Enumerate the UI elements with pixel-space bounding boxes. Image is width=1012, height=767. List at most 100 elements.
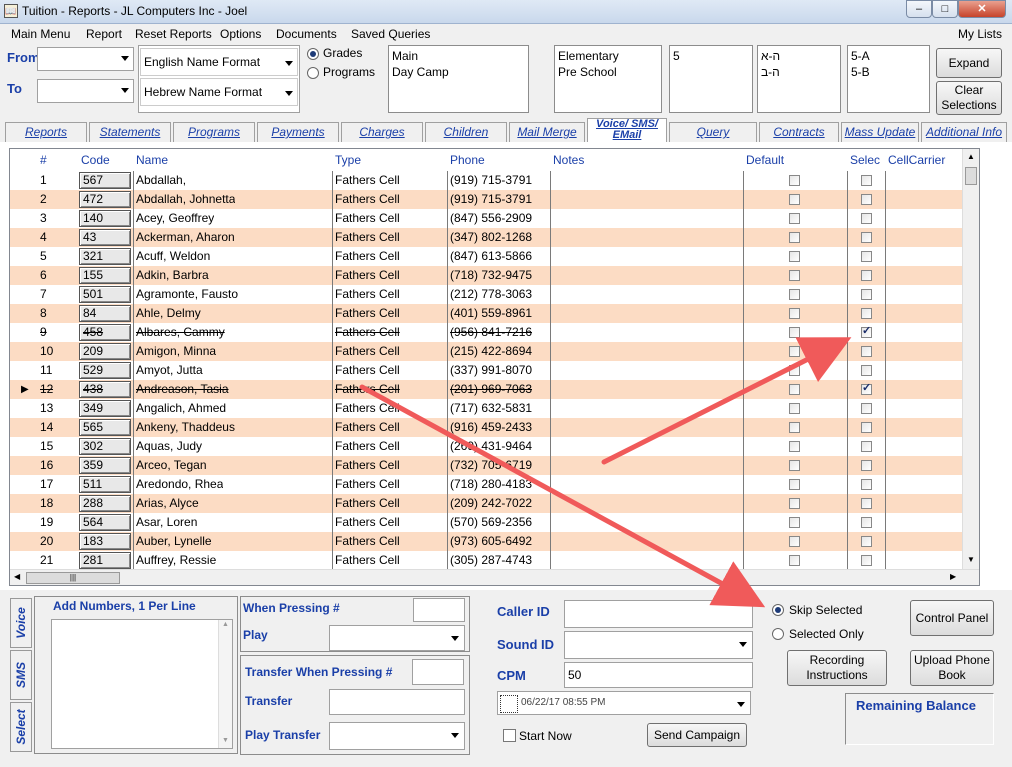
scroll-up-icon[interactable]: ▲ — [222, 621, 229, 628]
table-row[interactable]: 6 Adkin, Barbra Fathers Cell (718) 732-9475… — [10, 266, 962, 285]
select-checkbox[interactable] — [861, 289, 872, 300]
cell-code-button[interactable]: 281 — [79, 552, 131, 569]
default-checkbox[interactable] — [789, 289, 800, 300]
default-checkbox[interactable] — [789, 365, 800, 376]
cpm-input[interactable]: 50 — [564, 662, 753, 688]
chevron-down-icon[interactable] — [737, 702, 745, 707]
table-row[interactable]: 7 Agramonte, Fausto Fathers Cell (212) 778-… — [10, 285, 962, 304]
cell-code-button[interactable]: 84 — [79, 305, 131, 322]
default-checkbox[interactable] — [789, 346, 800, 357]
expand-button[interactable]: Expand — [936, 48, 1002, 78]
default-checkbox[interactable] — [789, 232, 800, 243]
table-row[interactable]: 2 Abdallah, Johnetta Fathers Cell (919) 715… — [10, 190, 962, 209]
tab-voice-sms-email[interactable]: Voice/ SMS/ EMail — [587, 118, 667, 142]
list-item[interactable]: ה-ב — [761, 64, 837, 80]
tab-query[interactable]: Query — [669, 122, 757, 142]
cell-code-button[interactable]: 501 — [79, 286, 131, 303]
table-row[interactable]: 17 Aredondo, Rhea Fathers Cell (718) 280-41… — [10, 475, 962, 494]
select-checkbox[interactable] — [861, 270, 872, 281]
cell-code-button[interactable]: 511 — [79, 476, 131, 493]
schedule-datetime-picker[interactable]: 06/22/17 08:55 PM — [497, 691, 751, 715]
select-checkbox[interactable] — [861, 517, 872, 528]
cell-code-button[interactable]: 155 — [79, 267, 131, 284]
menu-report[interactable]: Report — [86, 27, 122, 41]
default-checkbox[interactable] — [789, 403, 800, 414]
side-tab-sms[interactable]: SMS — [10, 650, 32, 700]
vertical-scrollbar[interactable]: ▲ ▼ — [962, 149, 979, 569]
sound-id-select[interactable] — [564, 631, 753, 659]
menu-documents[interactable]: Documents — [276, 27, 337, 41]
maximize-button[interactable]: □ — [932, 0, 958, 18]
cell-code-button[interactable]: 567 — [79, 172, 131, 189]
clear-selections-button[interactable]: Clear Selections — [936, 81, 1002, 115]
cell-code-button[interactable]: 529 — [79, 362, 131, 379]
skip-selected-radio[interactable] — [772, 604, 784, 616]
select-checkbox[interactable] — [861, 536, 872, 547]
cell-code-button[interactable]: 43 — [79, 229, 131, 246]
select-checkbox[interactable] — [861, 555, 872, 566]
select-checkbox[interactable] — [861, 403, 872, 414]
default-checkbox[interactable] — [789, 327, 800, 338]
cell-code-button[interactable]: 359 — [79, 457, 131, 474]
upload-phone-book-button[interactable]: Upload Phone Book — [910, 650, 994, 686]
table-row[interactable]: 8 Ahle, Delmy Fathers Cell (401) 559-8961 84 — [10, 304, 962, 323]
minimize-button[interactable]: – — [906, 0, 932, 18]
select-checkbox[interactable] — [861, 381, 872, 395]
table-row[interactable]: 11 Amyot, Jutta Fathers Cell (337) 991-8070… — [10, 361, 962, 380]
default-checkbox[interactable] — [789, 441, 800, 452]
header-cell-carrier[interactable]: CellCarrier — [888, 153, 945, 167]
header-num[interactable]: # — [40, 153, 47, 167]
select-checkbox[interactable] — [861, 194, 872, 205]
cell-code-button[interactable]: 472 — [79, 191, 131, 208]
table-row[interactable]: 10 Amigon, Minna Fathers Cell (215) 422-869… — [10, 342, 962, 361]
scroll-left-icon[interactable]: ◀ — [14, 572, 20, 581]
select-checkbox[interactable] — [861, 324, 872, 338]
tab-mass-update[interactable]: Mass Update — [841, 122, 919, 142]
tab-contracts[interactable]: Contracts — [759, 122, 839, 142]
default-checkbox[interactable] — [789, 498, 800, 509]
table-row[interactable]: 3 Acey, Geoffrey Fathers Cell (847) 556-290… — [10, 209, 962, 228]
cell-code-button[interactable]: 438 — [79, 381, 131, 398]
textarea-scrollbar[interactable]: ▲ ▼ — [218, 620, 232, 748]
table-row[interactable]: 9 Albares, Cammy Fathers Cell (956) 841-721… — [10, 323, 962, 342]
hebrew-class-list[interactable]: ה-א ה-ב — [757, 45, 841, 113]
header-phone[interactable]: Phone — [450, 153, 485, 167]
english-name-format-combo[interactable]: English Name Format — [140, 48, 298, 76]
select-checkbox[interactable] — [861, 365, 872, 376]
cell-code-button[interactable]: 458 — [79, 324, 131, 341]
table-row[interactable]: 5 Acuff, Weldon Fathers Cell (847) 613-5866… — [10, 247, 962, 266]
when-pressing-input[interactable] — [413, 598, 465, 622]
tab-children[interactable]: Children — [425, 122, 507, 142]
side-tab-select[interactable]: Select — [10, 702, 32, 752]
cell-code-button[interactable]: 349 — [79, 400, 131, 417]
select-checkbox[interactable] — [861, 460, 872, 471]
list-item[interactable]: 5-B — [851, 64, 926, 80]
tab-statements[interactable]: Statements — [89, 122, 171, 142]
table-row[interactable]: 18 Arias, Alyce Fathers Cell (209) 242-7022… — [10, 494, 962, 513]
menu-main-menu[interactable]: Main Menu — [11, 27, 70, 41]
list-item[interactable]: Day Camp — [392, 64, 525, 80]
list-item[interactable]: Main — [392, 48, 525, 64]
send-campaign-button[interactable]: Send Campaign — [647, 723, 747, 747]
class-list[interactable]: 5-A 5-B — [847, 45, 930, 113]
cell-code-button[interactable]: 302 — [79, 438, 131, 455]
cell-code-button[interactable]: 565 — [79, 419, 131, 436]
default-checkbox[interactable] — [789, 479, 800, 490]
header-notes[interactable]: Notes — [553, 153, 584, 167]
menu-options[interactable]: Options — [220, 27, 261, 41]
list-item[interactable]: Pre School — [558, 64, 658, 80]
table-row[interactable]: 1 Abdallah, Fathers Cell (919) 715-3791 567 — [10, 171, 962, 190]
default-checkbox[interactable] — [789, 555, 800, 566]
tab-payments[interactable]: Payments — [257, 122, 339, 142]
default-checkbox[interactable] — [789, 308, 800, 319]
datetime-checkbox[interactable] — [500, 695, 518, 713]
cell-code-button[interactable]: 183 — [79, 533, 131, 550]
list-item[interactable]: ה-א — [761, 48, 837, 64]
scroll-thumb[interactable] — [965, 167, 977, 185]
menu-my-lists[interactable]: My Lists — [958, 27, 1002, 41]
cell-code-button[interactable]: 140 — [79, 210, 131, 227]
select-checkbox[interactable] — [861, 441, 872, 452]
table-row[interactable]: 13 Angalich, Ahmed Fathers Cell (717) 632-5… — [10, 399, 962, 418]
cell-code-button[interactable]: 288 — [79, 495, 131, 512]
default-checkbox[interactable] — [789, 194, 800, 205]
